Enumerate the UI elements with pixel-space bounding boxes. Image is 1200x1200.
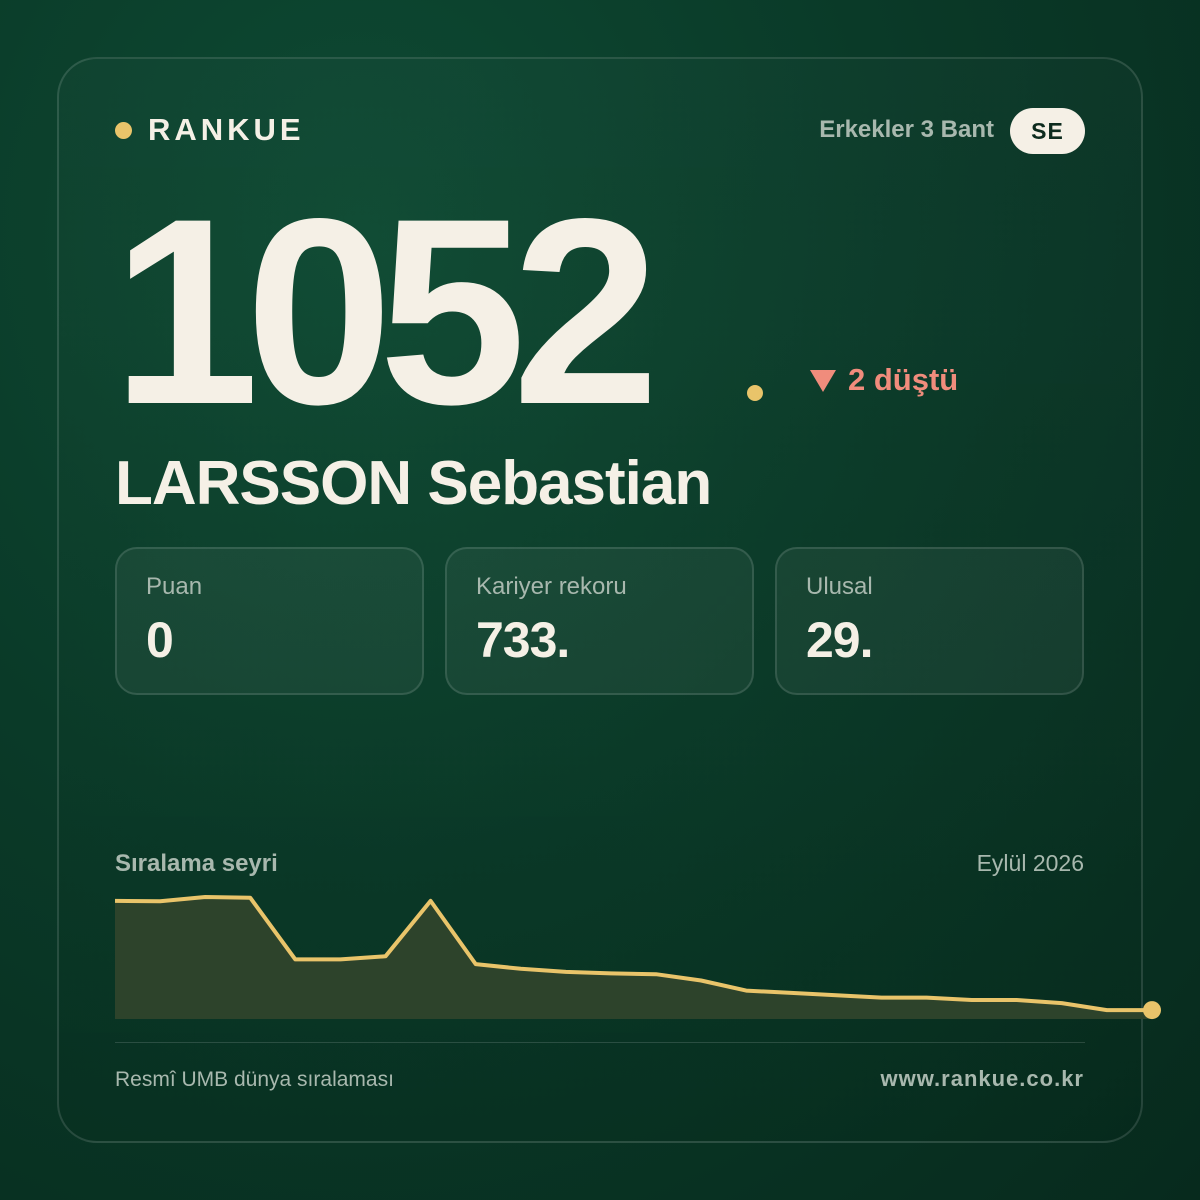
chart-current-point	[1143, 1001, 1161, 1020]
rank-trend-chart	[114, 895, 1161, 1020]
footer-url[interactable]: www.rankue.co.kr	[881, 1066, 1084, 1092]
footer-source: Resmî UMB dünya sıralaması	[115, 1068, 394, 1091]
footer-divider	[115, 1042, 1085, 1043]
